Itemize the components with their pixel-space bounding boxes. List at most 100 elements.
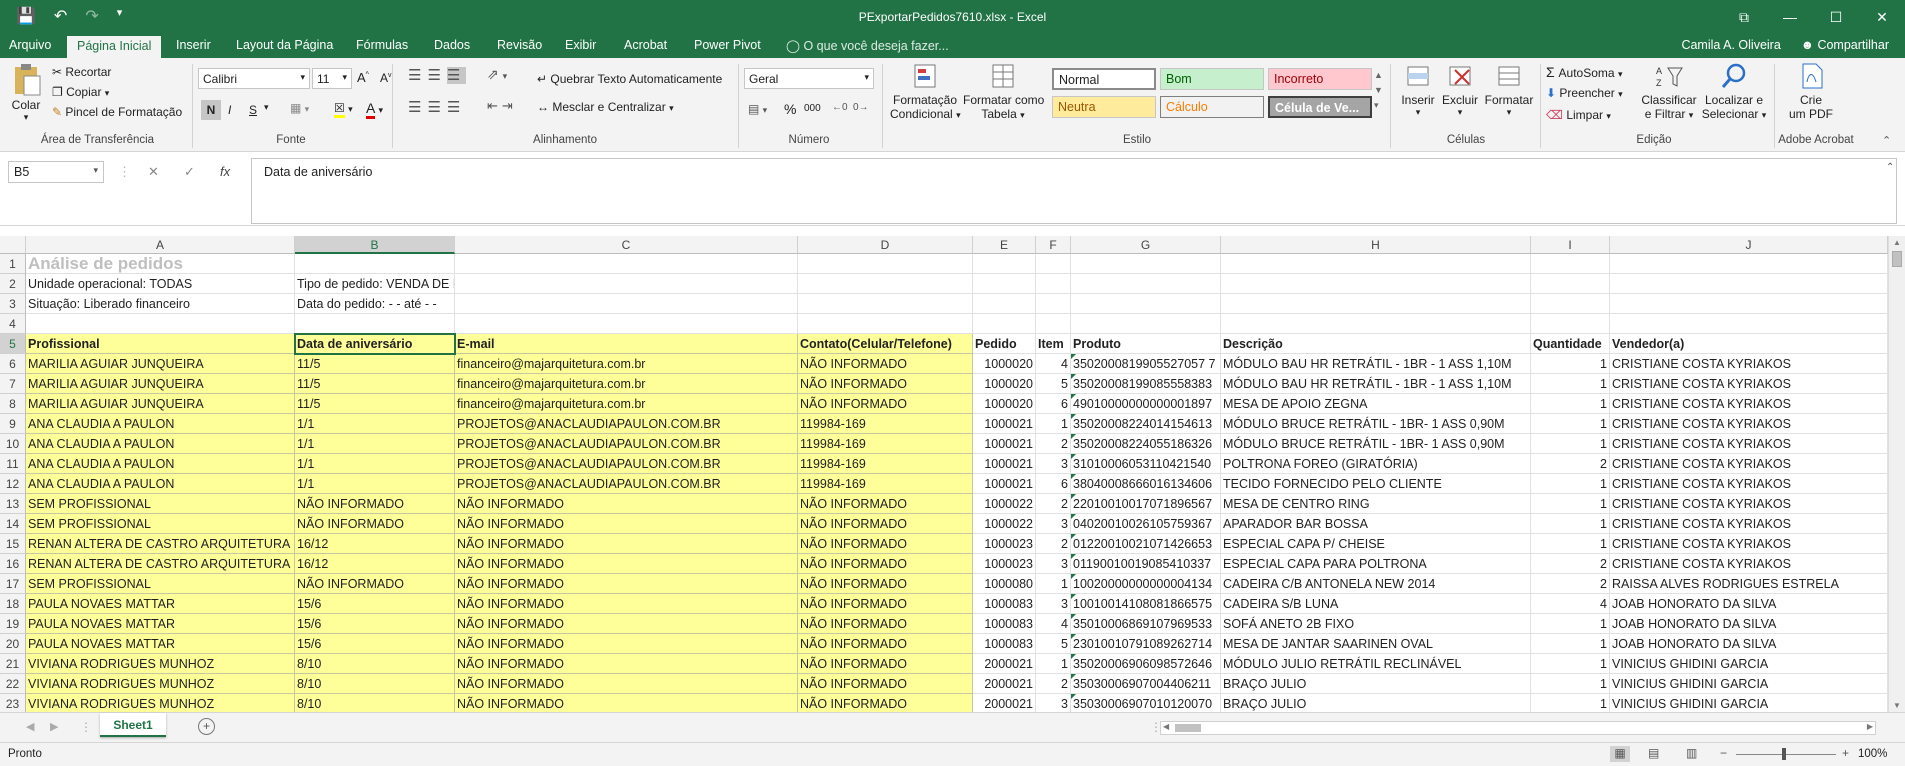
table-cell[interactable] xyxy=(1610,294,1888,314)
table-cell[interactable]: MESA DE JANTAR SAARINEN OVAL xyxy=(1221,634,1531,654)
tab-formulas[interactable]: Fórmulas xyxy=(356,38,408,52)
table-cell[interactable]: 15/6 xyxy=(295,594,455,614)
table-cell[interactable]: MÓDULO BRUCE RETRÁTIL - 1BR- 1 ASS 0,90M xyxy=(1221,414,1531,434)
table-cell[interactable]: 3502000819905527057 7 xyxy=(1071,354,1221,374)
vertical-scrollbar[interactable]: ▲ ▼ xyxy=(1888,236,1905,712)
table-cell[interactable]: 3 xyxy=(1036,554,1071,574)
table-cell[interactable]: 3 xyxy=(1036,514,1071,534)
table-cell[interactable]: 35030006907004406211 xyxy=(1071,674,1221,694)
zoom-level[interactable]: 100% xyxy=(1858,748,1887,760)
table-cell[interactable]: SEM PROFISSIONAL xyxy=(26,574,295,594)
zoom-out-button[interactable]: − xyxy=(1720,746,1727,760)
cancel-entry-icon[interactable]: ✕ xyxy=(148,164,159,180)
table-cell[interactable]: MARILIA AGUIAR JUNQUEIRA xyxy=(26,354,295,374)
table-cell[interactable] xyxy=(798,294,973,314)
table-cell[interactable]: 1000083 xyxy=(973,614,1036,634)
table-cell[interactable]: CRISTIANE COSTA KYRIAKOS xyxy=(1610,414,1888,434)
table-cell[interactable]: CRISTIANE COSTA KYRIAKOS xyxy=(1610,474,1888,494)
row-header-1[interactable]: 1 xyxy=(0,254,26,274)
orientation-icon[interactable]: ⇗ ▾ xyxy=(487,66,507,83)
confirm-entry-icon[interactable]: ✓ xyxy=(184,164,195,180)
table-cell[interactable] xyxy=(798,314,973,334)
table-cell[interactable]: 3 xyxy=(1036,454,1071,474)
table-cell[interactable]: CRISTIANE COSTA KYRIAKOS xyxy=(1610,534,1888,554)
table-cell[interactable]: 1 xyxy=(1531,514,1610,534)
table-cell[interactable]: NÃO INFORMADO xyxy=(798,494,973,514)
table-cell[interactable]: NÃO INFORMADO xyxy=(455,514,798,534)
style-normal[interactable]: Normal xyxy=(1052,68,1156,90)
table-cell[interactable] xyxy=(1036,294,1071,314)
table-cell[interactable]: NÃO INFORMADO xyxy=(798,614,973,634)
table-cell[interactable]: NÃO INFORMADO xyxy=(295,514,455,534)
table-cell[interactable]: 1000083 xyxy=(973,634,1036,654)
table-cell[interactable]: MÓDULO BRUCE RETRÁTIL - 1BR- 1 ASS 0,90M xyxy=(1221,434,1531,454)
table-cell[interactable]: Data do pedido: - - até - - xyxy=(295,294,455,314)
row-header-2[interactable]: 2 xyxy=(0,274,26,294)
table-cell[interactable]: VIVIANA RODRIGUES MUNHOZ xyxy=(26,654,295,674)
table-cell[interactable] xyxy=(973,254,1036,274)
table-cell[interactable]: NÃO INFORMADO xyxy=(798,394,973,414)
table-cell[interactable]: VINICIUS GHIDINI GARCIA xyxy=(1610,654,1888,674)
collapse-ribbon-icon[interactable]: ⌃ xyxy=(1882,134,1891,147)
table-cell[interactable]: 1000083 xyxy=(973,594,1036,614)
horizontal-align-icons[interactable]: ☰☰☰ xyxy=(408,98,466,116)
table-cell[interactable]: 16/12 xyxy=(295,534,455,554)
table-cell[interactable]: TECIDO FORNECIDO PELO CLIENTE xyxy=(1221,474,1531,494)
table-cell[interactable]: VINICIUS GHIDINI GARCIA xyxy=(1610,674,1888,694)
table-cell[interactable]: 1 xyxy=(1531,674,1610,694)
table-cell[interactable]: 38040008666016134606 xyxy=(1071,474,1221,494)
table-cell[interactable] xyxy=(26,314,295,334)
table-cell[interactable]: SOFÁ ANETO 2B FIXO xyxy=(1221,614,1531,634)
row-header-15[interactable]: 15 xyxy=(0,534,26,554)
table-cell[interactable]: 11/5 xyxy=(295,374,455,394)
row-header-20[interactable]: 20 xyxy=(0,634,26,654)
table-cell[interactable]: 1 xyxy=(1036,654,1071,674)
header-cell[interactable]: Descrição xyxy=(1221,334,1531,354)
copy-button[interactable]: ❐ Copiar ▾ xyxy=(52,85,109,99)
table-cell[interactable]: 35020008224014154613 xyxy=(1071,414,1221,434)
table-cell[interactable]: 1000021 xyxy=(973,474,1036,494)
underline-button[interactable]: S xyxy=(249,103,257,117)
clear-button[interactable]: ⌫ Limpar ▾ xyxy=(1546,108,1611,122)
table-cell[interactable]: CRISTIANE COSTA KYRIAKOS xyxy=(1610,434,1888,454)
table-cell[interactable]: 1000022 xyxy=(973,514,1036,534)
table-cell[interactable]: JOAB HONORATO DA SILVA xyxy=(1610,594,1888,614)
header-cell[interactable]: Pedido xyxy=(973,334,1036,354)
table-cell[interactable]: 8/10 xyxy=(295,694,455,712)
borders-icon[interactable]: ▦ ▾ xyxy=(290,101,309,115)
tab-view[interactable]: Exibir xyxy=(565,38,596,52)
formula-input[interactable]: Data de aniversário xyxy=(251,158,1897,224)
table-cell[interactable] xyxy=(455,314,798,334)
table-cell[interactable]: NÃO INFORMADO xyxy=(455,594,798,614)
table-cell[interactable]: MESA DE APOIO ZEGNA xyxy=(1221,394,1531,414)
table-cell[interactable]: 49010000000000001897 xyxy=(1071,394,1221,414)
table-cell[interactable]: 2 xyxy=(1531,574,1610,594)
table-cell[interactable]: NÃO INFORMADO xyxy=(455,674,798,694)
table-cell[interactable]: CRISTIANE COSTA KYRIAKOS xyxy=(1610,394,1888,414)
table-cell[interactable]: 31010006053110421540 xyxy=(1071,454,1221,474)
table-cell[interactable]: CADEIRA S/B LUNA xyxy=(1221,594,1531,614)
table-cell[interactable]: NÃO INFORMADO xyxy=(455,614,798,634)
worksheet-grid[interactable]: A B C D E F G H I J 1 Análise de pedidos 2 Unidade op… xyxy=(0,236,1905,712)
sheet-tab-sheet1[interactable]: Sheet1 xyxy=(100,713,166,737)
table-cell[interactable]: NÃO INFORMADO xyxy=(455,494,798,514)
row-header-9[interactable]: 9 xyxy=(0,414,26,434)
column-header-d[interactable]: D xyxy=(798,236,973,254)
table-cell[interactable]: 2 xyxy=(1036,534,1071,554)
table-cell[interactable]: VIVIANA RODRIGUES MUNHOZ xyxy=(26,674,295,694)
row-header-7[interactable]: 7 xyxy=(0,374,26,394)
header-cell[interactable]: E-mail xyxy=(455,334,798,354)
style-check-cell[interactable]: Célula de Ve... xyxy=(1268,96,1372,118)
table-cell[interactable]: 04020010026105759367 xyxy=(1071,514,1221,534)
autosum-button[interactable]: Σ AutoSoma ▾ xyxy=(1546,64,1622,80)
table-cell[interactable] xyxy=(295,314,455,334)
create-pdf-button[interactable]: Crie um PDF xyxy=(1780,62,1842,121)
column-header-i[interactable]: I xyxy=(1531,236,1610,254)
find-select-button[interactable]: Localizar e Selecionar ▾ xyxy=(1700,62,1768,121)
table-cell[interactable]: 3 xyxy=(1036,694,1071,712)
table-cell[interactable]: 23010010791089262714 xyxy=(1071,634,1221,654)
table-cell[interactable]: 1 xyxy=(1531,534,1610,554)
maximize-button[interactable]: ☐ xyxy=(1813,0,1859,34)
table-cell[interactable]: 2000021 xyxy=(973,654,1036,674)
table-cell[interactable]: 35020006906098572646 xyxy=(1071,654,1221,674)
